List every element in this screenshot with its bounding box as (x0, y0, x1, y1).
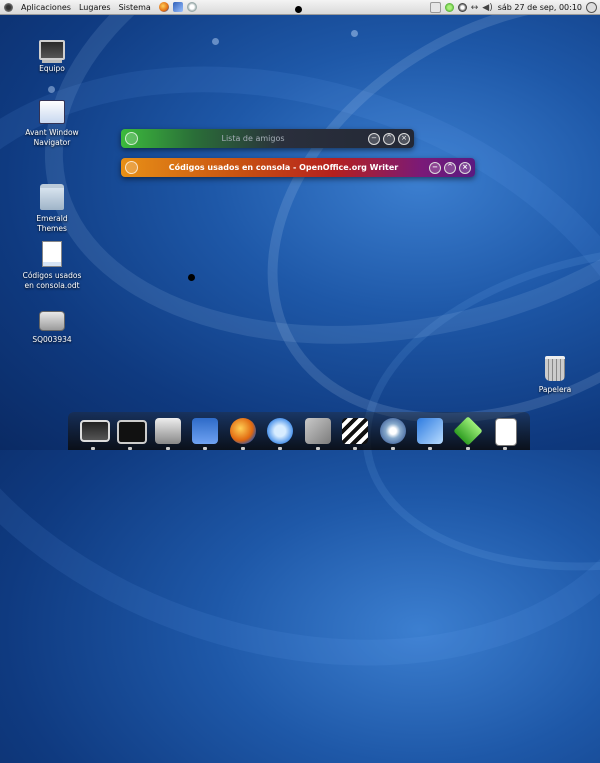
close-icon[interactable]: × (398, 132, 410, 145)
cursor-icon (417, 418, 444, 444)
window-openoffice-writer[interactable]: Códigos usados en consola - OpenOffice.o… (121, 158, 475, 177)
window-menu-icon[interactable] (125, 132, 138, 145)
desktop-icon-emerald-themes[interactable]: Emerald Themes (21, 184, 83, 234)
menu-aplicaciones[interactable]: Aplicaciones (17, 3, 75, 12)
dock-item-computer[interactable] (78, 416, 110, 450)
window-list-icon[interactable] (429, 1, 441, 13)
wallpaper-dot (212, 38, 219, 45)
window-menu-icon[interactable] (125, 161, 138, 174)
desktop-icon-sq003934[interactable]: SQ003934 (21, 311, 83, 345)
dock-item-cd[interactable] (378, 416, 408, 450)
panel-clock[interactable]: sáb 27 de sep, 00:10 (498, 3, 582, 12)
desktop-icon-equipo[interactable]: Equipo (21, 40, 83, 74)
clapperboard-icon (342, 418, 369, 444)
chat-icon (267, 418, 294, 444)
desktop-icon-codigos-odt[interactable]: Códigos usados en consola.odt (21, 241, 83, 291)
gem-icon (453, 416, 483, 446)
dock-item-save[interactable] (190, 416, 220, 450)
firefox-launcher-icon[interactable] (158, 2, 169, 12)
desktop-icon-papelera[interactable]: Papelera (524, 356, 586, 395)
dock-item-chat[interactable] (265, 416, 295, 450)
tools-icon (304, 418, 331, 444)
maximize-icon[interactable]: ^ (444, 161, 456, 174)
desktop-icon-label: Emerald Themes (36, 214, 68, 233)
dock-item-document[interactable] (490, 416, 520, 450)
trash-icon (545, 356, 565, 381)
desktop-icon-label: Avant Window Navigator (25, 128, 79, 147)
wallpaper-dot (48, 86, 55, 93)
save-icon (192, 418, 219, 444)
settings-tray-icon[interactable] (457, 2, 467, 12)
minimize-icon[interactable]: − (429, 161, 441, 174)
window-title[interactable]: Códigos usados en consola - OpenOffice.o… (138, 163, 429, 172)
menu-lugares[interactable]: Lugares (75, 3, 115, 12)
desktop-icon-avant-window-navigator[interactable]: Avant Window Navigator (21, 100, 83, 148)
desktop-icon-label: Equipo (39, 64, 65, 73)
computer-icon (39, 40, 65, 60)
dock-item-terminal[interactable] (115, 416, 148, 450)
minimize-icon[interactable]: − (368, 132, 380, 145)
network-arrows-icon[interactable]: ↔ (471, 3, 479, 13)
close-icon[interactable]: × (459, 161, 471, 174)
status-indicator-icon[interactable] (444, 2, 454, 12)
terminal-icon (117, 420, 148, 444)
help-launcher-icon[interactable] (186, 2, 197, 12)
mail-launcher-icon[interactable] (172, 2, 183, 12)
power-icon[interactable] (586, 1, 597, 13)
ubuntu-logo-icon[interactable] (4, 2, 13, 12)
avant-window-navigator-icon (39, 100, 65, 124)
desktop-icon-label: Códigos usados en consola.odt (22, 271, 82, 290)
menu-sistema[interactable]: Sistema (115, 3, 155, 12)
desktop-icon-label: Papelera (538, 385, 572, 394)
maximize-icon[interactable]: ^ (383, 132, 395, 145)
dock-item-cursor[interactable] (415, 416, 445, 450)
folder-icon (40, 184, 64, 210)
document-icon (495, 418, 518, 446)
pointer-marker (188, 274, 195, 281)
dock-item-gem[interactable] (453, 416, 483, 450)
dock-item-tools[interactable] (303, 416, 333, 450)
desktop-icon-label: SQ003934 (32, 335, 72, 344)
dock (68, 412, 530, 450)
cd-icon (379, 418, 406, 444)
pointer-marker (295, 6, 302, 13)
wallpaper-dot (351, 30, 358, 37)
firefox-icon (229, 418, 256, 444)
document-icon (42, 241, 62, 267)
dock-item-printer[interactable] (153, 416, 183, 450)
printer-icon (154, 418, 181, 444)
dock-item-firefox[interactable] (228, 416, 258, 450)
dock-item-clapperboard[interactable] (340, 416, 370, 450)
computer-icon (79, 420, 110, 442)
drive-icon (39, 311, 65, 331)
window-lista-de-amigos[interactable]: Lista de amigos − ^ × (121, 129, 414, 148)
window-title[interactable]: Lista de amigos (138, 134, 368, 143)
volume-icon[interactable]: ◀) (482, 3, 492, 13)
